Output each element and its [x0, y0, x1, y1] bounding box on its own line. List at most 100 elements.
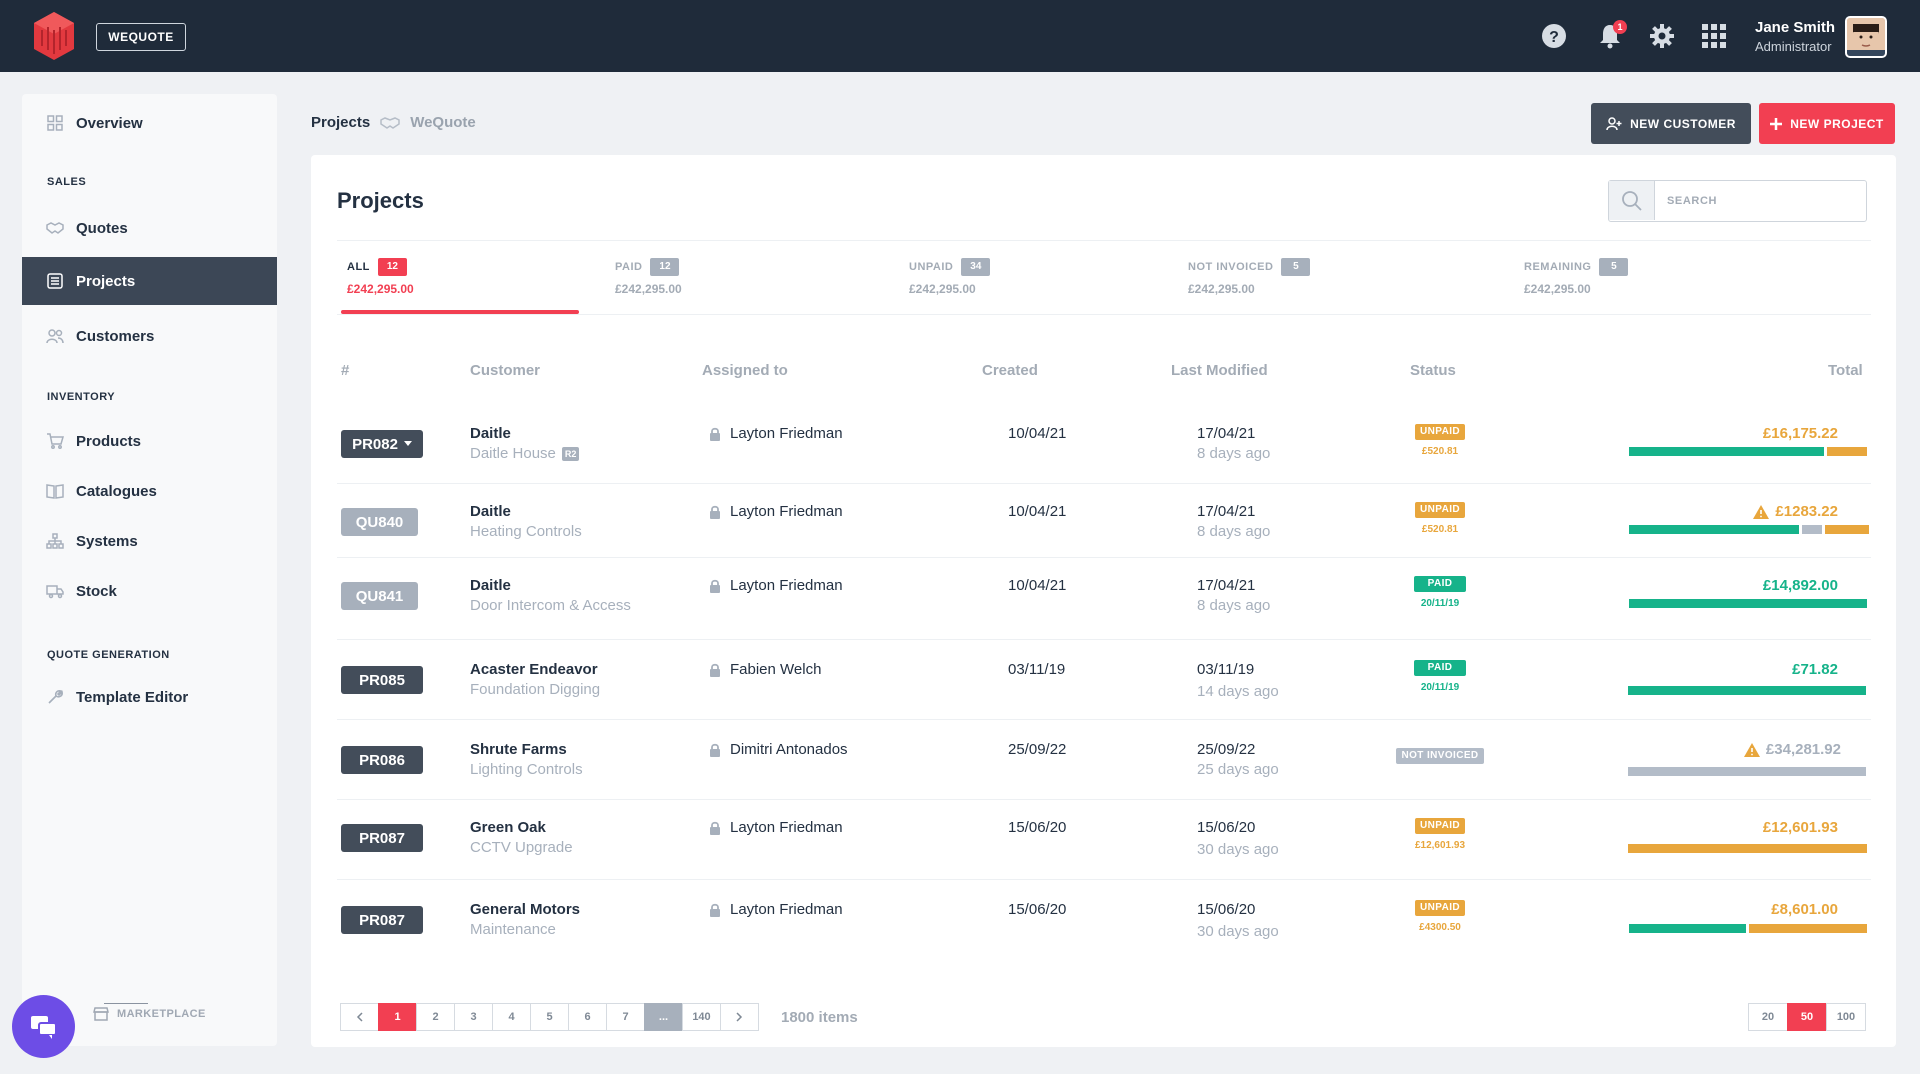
projects-card: Projects ALL 12 £242,295.00 PAID 12 £242,2… — [311, 155, 1896, 1047]
status-badge: PAID — [1413, 660, 1467, 676]
store-icon — [93, 1007, 109, 1021]
project-name: Maintenance — [470, 921, 556, 938]
sidebar-item-marketplace[interactable]: MARKETPLACE — [93, 1007, 206, 1021]
project-id: PR082 — [352, 435, 398, 453]
sidebar-item-template-editor[interactable]: Template Editor — [22, 674, 277, 720]
project-id[interactable]: PR087 — [341, 824, 423, 852]
assigned-user[interactable]: Fabien Welch — [709, 661, 821, 678]
per-page-50-button[interactable]: 50 — [1787, 1003, 1827, 1031]
status-cell: UNPAID £520.81 — [1380, 421, 1500, 457]
status-badge: UNPAID — [1415, 502, 1465, 518]
tab-unpaid[interactable]: UNPAID 34 £242,295.00 — [909, 258, 991, 297]
page-1-button[interactable]: 1 — [378, 1003, 417, 1031]
page-6-button[interactable]: 6 — [568, 1003, 607, 1031]
project-id[interactable]: PR085 — [341, 666, 423, 694]
customer-name[interactable]: Daitle — [470, 577, 511, 594]
column-header-last-modified[interactable]: Last Modified — [1171, 362, 1268, 379]
new-customer-button[interactable]: NEW CUSTOMER — [1591, 103, 1751, 144]
assigned-user[interactable]: Layton Friedman — [709, 577, 843, 594]
brand-button[interactable]: WEQUOTE — [96, 23, 186, 51]
divider — [337, 719, 1871, 720]
prev-page-button[interactable] — [340, 1003, 379, 1031]
new-project-button[interactable]: NEW PROJECT — [1759, 103, 1895, 144]
column-header-created[interactable]: Created — [982, 362, 1038, 379]
tab-label: ALL — [347, 261, 370, 273]
modified-relative: 30 days ago — [1197, 841, 1279, 858]
assigned-user[interactable]: Layton Friedman — [709, 503, 843, 520]
page-3-button[interactable]: 3 — [454, 1003, 493, 1031]
status-badge: UNPAID — [1415, 900, 1465, 916]
sidebar-item-customers[interactable]: Customers — [22, 313, 277, 359]
tab-remaining[interactable]: REMAINING 5 £242,295.00 — [1524, 258, 1629, 296]
gear-icon[interactable] — [1648, 22, 1676, 50]
per-page-20-button[interactable]: 20 — [1748, 1003, 1788, 1031]
sidebar-item-catalogues[interactable]: Catalogues — [22, 468, 277, 514]
customer-name[interactable]: General Motors — [470, 901, 580, 918]
chat-button[interactable] — [12, 995, 75, 1058]
column-header-status[interactable]: Status — [1410, 362, 1456, 379]
grid-icon[interactable] — [1700, 22, 1728, 50]
project-id-dropdown[interactable]: PR082 — [341, 430, 423, 458]
warning-icon[interactable] — [1743, 742, 1760, 757]
customer-name[interactable]: Acaster Endeavor — [470, 661, 598, 678]
tab-paid[interactable]: PAID 12 £242,295.00 — [615, 258, 682, 296]
sidebar-item-projects[interactable]: Projects — [22, 257, 277, 305]
bar-segment-not-invoiced — [1802, 525, 1822, 534]
page-2-button[interactable]: 2 — [416, 1003, 455, 1031]
customer-name[interactable]: Daitle — [470, 503, 511, 520]
assigned-name: Fabien Welch — [730, 661, 822, 678]
breadcrumb-projects[interactable]: Projects — [311, 114, 370, 131]
per-page-100-button[interactable]: 100 — [1826, 1003, 1866, 1031]
tab-amount: £242,295.00 — [909, 282, 976, 297]
divider — [337, 557, 1871, 558]
page-5-button[interactable]: 5 — [530, 1003, 569, 1031]
page-last-button[interactable]: 140 — [682, 1003, 721, 1031]
project-id[interactable]: QU840 — [341, 508, 418, 536]
warning-icon[interactable] — [1753, 504, 1770, 519]
avatar[interactable] — [1845, 16, 1887, 58]
sidebar-item-quotes[interactable]: Quotes — [22, 205, 277, 251]
column-header-assigned[interactable]: Assigned to — [702, 362, 788, 379]
assigned-user[interactable]: Layton Friedman — [709, 819, 843, 836]
column-header-total[interactable]: Total — [1828, 362, 1863, 379]
column-header-id[interactable]: # — [341, 362, 349, 379]
search-icon[interactable] — [1609, 181, 1655, 220]
assigned-user[interactable]: Dimitri Antonados — [709, 741, 848, 758]
page-ellipsis[interactable]: ... — [644, 1003, 683, 1031]
tab-not-invoiced[interactable]: NOT INVOICED 5 £242,295.00 — [1188, 258, 1311, 296]
assigned-user[interactable]: Layton Friedman — [709, 901, 843, 918]
search-box[interactable] — [1608, 180, 1867, 222]
progress-bar — [1629, 599, 1869, 608]
help-circle-icon[interactable]: ? — [1540, 22, 1568, 50]
customer-name[interactable]: Shrute Farms — [470, 741, 567, 758]
user-name[interactable]: Jane Smith — [1755, 19, 1835, 36]
status-date: 20/11/19 — [1420, 598, 1460, 609]
modified-date: 15/06/20 — [1197, 819, 1256, 836]
sidebar-item-overview[interactable]: Overview — [22, 100, 277, 146]
tab-all[interactable]: ALL 12 £242,295.00 — [347, 258, 414, 296]
modified-relative: 25 days ago — [1197, 761, 1279, 778]
status-badge: NOT INVOICED — [1396, 748, 1484, 764]
customer-name[interactable]: Daitle — [470, 425, 511, 442]
project-id[interactable]: PR087 — [341, 906, 423, 934]
project-name: Door Intercom & Access — [470, 597, 631, 614]
next-page-button[interactable] — [720, 1003, 759, 1031]
project-id[interactable]: PR086 — [341, 746, 423, 774]
project-name: Daitle House R2 — [470, 445, 580, 462]
sidebar-item-systems[interactable]: Systems — [22, 518, 277, 564]
modified-date: 17/04/21 — [1197, 577, 1256, 594]
total-value: £34,281.92 — [1765, 741, 1841, 758]
breadcrumb-wequote[interactable]: WeQuote — [410, 114, 476, 131]
column-header-customer[interactable]: Customer — [470, 362, 540, 379]
sidebar-item-products[interactable]: Products — [22, 418, 277, 464]
customer-name[interactable]: Green Oak — [470, 819, 546, 836]
search-input[interactable] — [1655, 181, 1855, 221]
page-4-button[interactable]: 4 — [492, 1003, 531, 1031]
page-7-button[interactable]: 7 — [606, 1003, 645, 1031]
created-date: 25/09/22 — [1008, 741, 1067, 758]
bar-segment-unpaid — [1827, 447, 1867, 456]
wequote-logo[interactable] — [30, 10, 78, 62]
assigned-user[interactable]: Layton Friedman — [709, 425, 843, 442]
sidebar-item-stock[interactable]: Stock — [22, 568, 277, 614]
project-id[interactable]: QU841 — [341, 582, 418, 610]
